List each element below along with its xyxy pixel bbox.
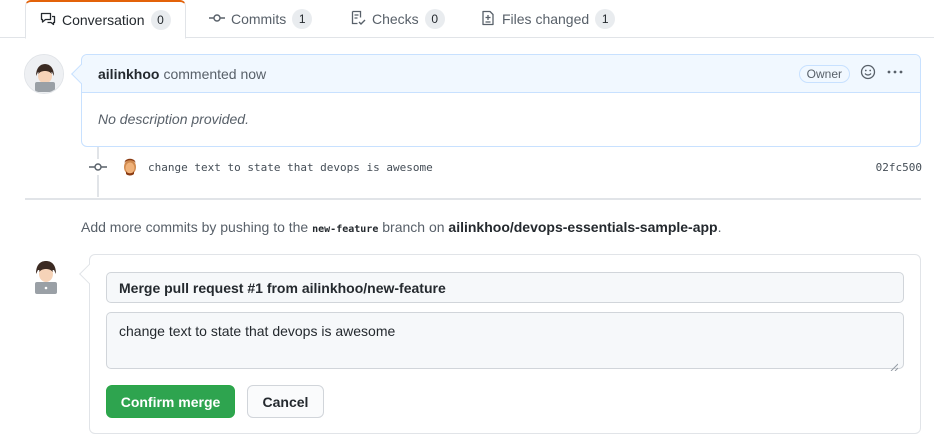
tab-label: Checks (372, 11, 419, 27)
avatar[interactable] (32, 258, 60, 296)
merge-form: change text to state that devops is awes… (79, 254, 921, 434)
avatar[interactable] (24, 54, 64, 94)
kebab-menu-icon[interactable] (886, 64, 904, 83)
checklist-icon (350, 10, 366, 29)
branch-name: new-feature (312, 224, 379, 235)
file-diff-icon (480, 10, 496, 29)
resize-handle-icon[interactable] (890, 358, 899, 372)
merge-caret (79, 264, 99, 284)
comment-action: commented now (163, 65, 267, 82)
tab-counter: 0 (150, 10, 171, 30)
pr-description-comment: ailinkhoo commented now Owner No descrip… (71, 54, 921, 147)
commit-sha-link[interactable]: 02fc500 (876, 161, 922, 174)
hint-suffix: . (717, 219, 722, 235)
commit-message-link[interactable]: change text to state that devops is awes… (148, 161, 433, 174)
merge-commit-title-input[interactable] (106, 272, 904, 303)
commit-icon (88, 159, 108, 175)
comment-header: ailinkhoo commented now Owner (82, 55, 920, 93)
confirm-merge-button[interactable]: Confirm merge (106, 385, 235, 418)
emoji-reaction-icon[interactable] (860, 64, 876, 83)
tab-counter: 0 (424, 9, 445, 29)
comment-body: No description provided. (98, 111, 249, 127)
commit-icon (209, 10, 225, 29)
merge-commit-message-textarea[interactable]: change text to state that devops is awes… (106, 312, 904, 369)
hint-middle: branch on (382, 219, 445, 235)
tab-label: Commits (231, 11, 287, 27)
tab-conversation[interactable]: Conversation 0 (25, 0, 186, 39)
tab-counter: 1 (292, 9, 313, 29)
tab-label: Files changed (502, 11, 590, 27)
user-avatar-icon (35, 261, 57, 294)
tab-label: Conversation (62, 12, 145, 28)
tab-checks[interactable]: Checks 0 (350, 0, 445, 38)
timeline-commit-item: change text to state that devops is awes… (88, 154, 922, 180)
user-avatar-icon (25, 55, 63, 93)
tab-commits[interactable]: Commits 1 (209, 0, 313, 38)
tab-counter: 1 (595, 9, 616, 29)
cancel-button[interactable]: Cancel (247, 385, 324, 418)
timeline-divider (25, 198, 921, 200)
hint-prefix: Add more commits by pushing to the (81, 219, 309, 235)
repo-name: ailinkhoo/devops-essentials-sample-app (448, 219, 718, 235)
commit-author-avatar[interactable] (122, 157, 138, 177)
owner-badge: Owner (798, 64, 850, 83)
push-commits-hint: Add more commits by pushing to the new-f… (81, 219, 722, 235)
pr-tab-bar: Conversation 0 Commits 1 Checks 0 Files … (0, 0, 934, 39)
tab-files-changed[interactable]: Files changed 1 (480, 0, 616, 38)
conversation-icon (40, 11, 56, 30)
comment-author[interactable]: ailinkhoo (98, 66, 159, 82)
